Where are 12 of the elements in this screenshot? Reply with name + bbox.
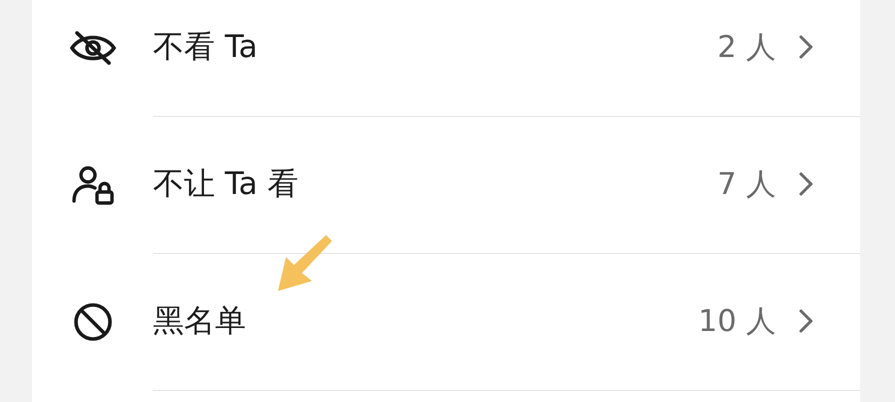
chevron-icon (798, 171, 814, 197)
row-count: 2 人 (717, 28, 776, 66)
row-label[interactable]: 不让 Ta 看 (153, 163, 718, 205)
chevron-icon (798, 308, 814, 334)
row-label[interactable]: 不看 Ta (153, 26, 718, 68)
row-label[interactable]: 黑名单 (153, 300, 698, 342)
person-lock-icon (70, 164, 114, 204)
ban-icon (72, 300, 114, 342)
row-count: 7 人 (717, 166, 776, 204)
row-count: 10 人 (698, 302, 776, 340)
eye-off-icon (68, 30, 116, 66)
chevron-icon (798, 34, 814, 60)
